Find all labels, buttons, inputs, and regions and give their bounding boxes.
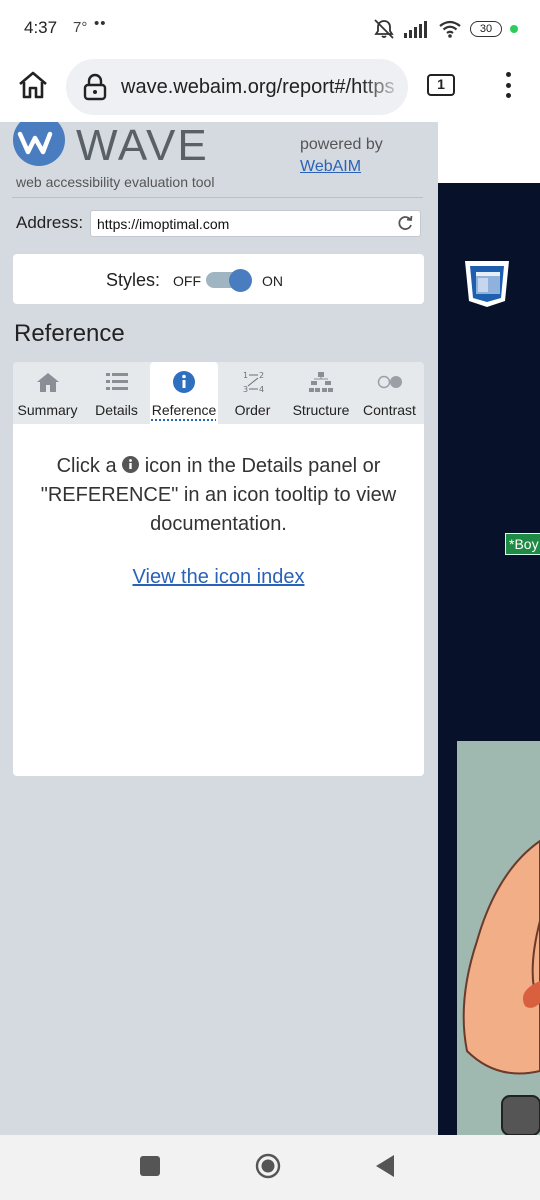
styles-on-label: ON [262,273,283,289]
wave-logo-icon [13,122,65,166]
alt-text-tag[interactable]: *Boy [505,533,540,555]
powered-by-label: powered by [300,136,383,153]
info-icon [173,371,195,393]
wifi-icon [439,20,461,38]
page-preview[interactable]: *Boy [438,183,540,1135]
recents-button[interactable] [140,1156,160,1176]
address-label: Address: [16,213,84,232]
tab-contrast[interactable]: Contrast [355,362,424,424]
styles-toggle[interactable] [206,268,254,292]
tab-structure-label: Structure [292,402,350,418]
styles-label: Styles: [106,270,161,290]
tab-summary[interactable]: Summary [13,362,82,424]
reference-text-start: Click a [56,455,117,477]
status-bar: 4:37 7° •• 30 [0,0,540,56]
home-button[interactable] [255,1153,281,1179]
svg-text:4: 4 [259,385,264,394]
icon-index-link[interactable]: View the icon index [13,566,424,589]
tab-reference[interactable]: Reference [150,362,218,424]
home-icon [36,373,59,392]
order-icon: 1 2 3 4 [243,371,264,394]
privacy-dot [510,25,518,33]
tab-order[interactable]: 1 2 3 4 Order [218,362,287,424]
panel-title: Reference [14,320,125,347]
status-icons: 30 [372,16,518,42]
info-icon [122,456,140,473]
tab-structure[interactable]: Structure [287,362,355,424]
mute-icon [374,19,394,39]
reload-icon[interactable] [397,215,414,232]
home-icon[interactable] [16,68,50,102]
url-text[interactable]: wave.webaim.org/report#/https [121,76,404,99]
status-temperature: 7° [73,19,88,36]
wave-tagline: web accessibility evaluation tool [16,174,215,190]
browser-toolbar: wave.webaim.org/report#/https 1 [0,56,540,122]
signal-icon [404,21,427,38]
reference-panel: Click a icon in the Details panel or "RE… [13,424,424,776]
structure-icon [309,372,333,392]
address-bar[interactable]: wave.webaim.org/report#/https [66,59,408,115]
contrast-icon [377,375,402,389]
svg-text:3: 3 [243,385,248,394]
tab-order-label: Order [234,402,271,418]
tab-reference-label: Reference [151,402,217,418]
system-nav-bar [0,1135,540,1200]
cartoon-image [457,741,540,1135]
svg-text:1: 1 [243,371,248,380]
back-button[interactable] [374,1153,396,1179]
styles-off-label: OFF [173,273,201,289]
svg-text:2: 2 [259,371,264,380]
tab-details[interactable]: Details [82,362,151,424]
styles-toggle-card: Styles: OFF ON [13,254,424,304]
reference-instructions: Click a icon in the Details panel or "RE… [27,452,410,539]
status-time: 4:37 [24,18,58,37]
wave-tab-bar: Summary Details Reference 1 2 3 4 Order … [13,362,424,424]
tab-summary-label: Summary [17,402,78,418]
address-input[interactable]: https://imoptimal.com [90,210,421,237]
preview-header-strip [438,122,540,183]
webaim-link[interactable]: WebAIM [300,158,361,176]
tab-contrast-label: Contrast [363,402,416,418]
tab-details-label: Details [95,402,138,418]
html5-shield-icon[interactable] [463,259,511,309]
address-value[interactable]: https://imoptimal.com [97,216,229,232]
battery-indicator: 30 [470,21,502,37]
wave-sidebar: WAVE web accessibility evaluation tool p… [0,122,438,1135]
lock-icon[interactable] [82,73,108,101]
list-icon [105,373,128,390]
wave-wordmark: WAVE [76,122,209,170]
tab-switcher-button[interactable]: 1 [427,74,455,96]
overflow-menu-icon[interactable] [496,70,520,100]
status-notification-dots: •• [94,15,107,32]
header-divider [12,197,423,198]
